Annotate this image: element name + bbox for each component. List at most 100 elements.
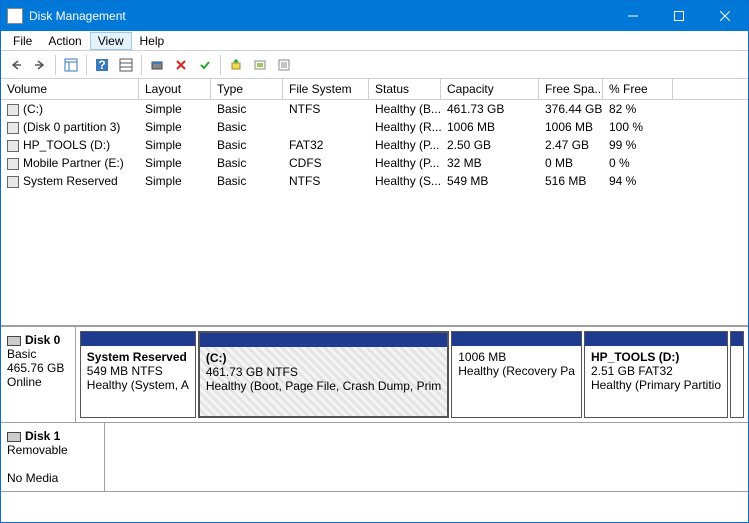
show-hide-button[interactable] <box>60 54 82 76</box>
disk0-label: Disk 0 Basic 465.76 GB Online <box>1 327 76 422</box>
action2-button[interactable] <box>249 54 271 76</box>
col-capacity[interactable]: Capacity <box>441 79 539 99</box>
settings-button[interactable] <box>115 54 137 76</box>
volume-icon <box>7 176 19 188</box>
back-button[interactable] <box>5 54 27 76</box>
check-button[interactable] <box>194 54 216 76</box>
volume-pct: 82 % <box>603 101 673 117</box>
volume-type: Basic <box>211 173 283 189</box>
volume-fs: NTFS <box>283 173 369 189</box>
volume-list-body[interactable]: (C:)SimpleBasicNTFSHealthy (B...461.73 G… <box>1 100 748 190</box>
menubar: File Action View Help <box>1 31 748 51</box>
separator <box>86 55 87 75</box>
menu-help[interactable]: Help <box>132 32 173 50</box>
partition-status: Healthy (System, A <box>87 378 189 392</box>
volume-icon <box>7 158 19 170</box>
disk0-name: Disk 0 <box>25 333 60 347</box>
col-layout[interactable]: Layout <box>139 79 211 99</box>
partition-header <box>731 332 743 346</box>
col-filesystem[interactable]: File System <box>283 79 369 99</box>
disk0-size: 465.76 GB <box>7 361 69 375</box>
action1-button[interactable] <box>225 54 247 76</box>
volume-fs: NTFS <box>283 101 369 117</box>
partition-unallocated[interactable] <box>730 331 744 418</box>
volume-status: Healthy (P... <box>369 137 441 153</box>
toolbar: ? <box>1 51 748 79</box>
maximize-button[interactable] <box>656 1 702 31</box>
separator <box>141 55 142 75</box>
volume-row[interactable]: System Reserved SimpleBasicNTFSHealthy (S… <box>1 172 748 190</box>
col-pctfree[interactable]: % Free <box>603 79 673 99</box>
svg-text:?: ? <box>98 58 105 72</box>
partition-recovery[interactable]: 1006 MB Healthy (Recovery Pa <box>451 331 582 418</box>
refresh-button[interactable] <box>146 54 168 76</box>
volume-status: Healthy (R... <box>369 119 441 135</box>
partition-size: 1006 MB <box>458 350 575 364</box>
volume-pct: 99 % <box>603 137 673 153</box>
partition-status: Healthy (Boot, Page File, Crash Dump, Pr… <box>206 379 441 393</box>
disk1-partitions <box>105 423 748 491</box>
titlebar: Disk Management <box>1 1 748 31</box>
volume-row[interactable]: (Disk 0 partition 3)SimpleBasicHealthy (… <box>1 118 748 136</box>
volume-icon <box>7 140 19 152</box>
volume-capacity: 549 MB <box>441 173 539 189</box>
volume-fs: CDFS <box>283 155 369 171</box>
properties-button[interactable] <box>273 54 295 76</box>
volume-list-pane: Volume Layout Type File System Status Ca… <box>1 79 748 327</box>
volume-list-header: Volume Layout Type File System Status Ca… <box>1 79 748 100</box>
delete-button[interactable] <box>170 54 192 76</box>
menu-view[interactable]: View <box>90 32 132 50</box>
volume-layout: Simple <box>139 155 211 171</box>
volume-row[interactable]: HP_TOOLS (D:)SimpleBasicFAT32Healthy (P.… <box>1 136 748 154</box>
partition-system-reserved[interactable]: System Reserved 549 MB NTFS Healthy (Sys… <box>80 331 196 418</box>
partition-hptools[interactable]: HP_TOOLS (D:) 2.51 GB FAT32 Healthy (Pri… <box>584 331 728 418</box>
volume-icon <box>7 104 19 116</box>
volume-status: Healthy (S... <box>369 173 441 189</box>
window-controls <box>610 1 748 31</box>
disk1-type: Removable <box>7 443 98 457</box>
col-type[interactable]: Type <box>211 79 283 99</box>
volume-free: 1006 MB <box>539 119 603 135</box>
col-free[interactable]: Free Spa... <box>539 79 603 99</box>
volume-layout: Simple <box>139 173 211 189</box>
volume-row[interactable]: (C:)SimpleBasicNTFSHealthy (B...461.73 G… <box>1 100 748 118</box>
disk1-name: Disk 1 <box>25 429 60 443</box>
partition-size: 2.51 GB FAT32 <box>591 364 721 378</box>
col-status[interactable]: Status <box>369 79 441 99</box>
volume-name: (C:) <box>23 102 43 116</box>
minimize-button[interactable] <box>610 1 656 31</box>
menu-file[interactable]: File <box>5 32 40 50</box>
volume-type: Basic <box>211 155 283 171</box>
close-button[interactable] <box>702 1 748 31</box>
volume-type: Basic <box>211 119 283 135</box>
disk-row-1[interactable]: Disk 1 Removable No Media <box>1 423 748 492</box>
forward-button[interactable] <box>29 54 51 76</box>
volume-fs <box>283 126 369 128</box>
menu-action[interactable]: Action <box>40 32 89 50</box>
volume-row[interactable]: Mobile Partner (E:) SimpleBasicCDFSHealth… <box>1 154 748 172</box>
volume-free: 2.47 GB <box>539 137 603 153</box>
col-volume[interactable]: Volume <box>1 79 139 99</box>
volume-status: Healthy (B... <box>369 101 441 117</box>
volume-capacity: 1006 MB <box>441 119 539 135</box>
help-button[interactable]: ? <box>91 54 113 76</box>
volume-layout: Simple <box>139 137 211 153</box>
volume-type: Basic <box>211 101 283 117</box>
volume-free: 376.44 GB <box>539 101 603 117</box>
volume-type: Basic <box>211 137 283 153</box>
disk-row-0[interactable]: Disk 0 Basic 465.76 GB Online System Res… <box>1 327 748 423</box>
volume-name: Mobile Partner (E:) <box>23 156 124 170</box>
partition-header <box>200 333 447 347</box>
volume-layout: Simple <box>139 119 211 135</box>
partition-body: System Reserved 549 MB NTFS Healthy (Sys… <box>81 346 195 417</box>
partition-c[interactable]: (C:) 461.73 GB NTFS Healthy (Boot, Page … <box>198 331 449 418</box>
volume-name: System Reserved <box>23 174 118 188</box>
window-title: Disk Management <box>29 9 610 23</box>
volume-name: HP_TOOLS (D:) <box>23 138 110 152</box>
separator <box>55 55 56 75</box>
partition-status: Healthy (Recovery Pa <box>458 364 575 378</box>
volume-status: Healthy (P... <box>369 155 441 171</box>
disk-icon <box>7 336 21 346</box>
volume-pct: 100 % <box>603 119 673 135</box>
disk1-label: Disk 1 Removable No Media <box>1 423 105 491</box>
